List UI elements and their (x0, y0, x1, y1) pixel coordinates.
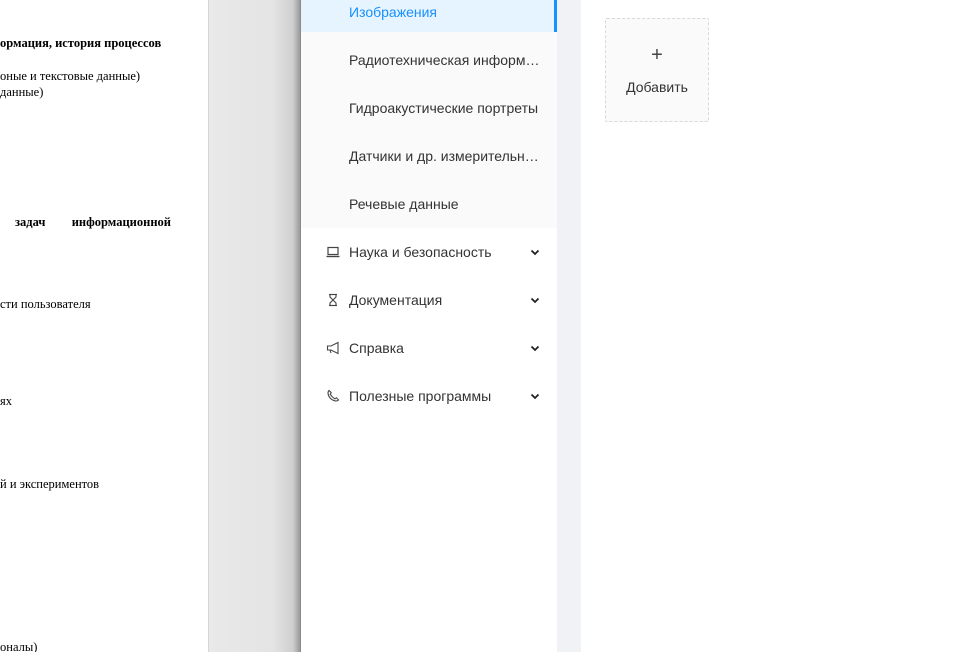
sidebar-item-label: Справка (349, 340, 404, 356)
document-line: оные и текстовые данные) (0, 69, 141, 83)
sidebar-menu: Изображения Радиотехническая информация … (300, 0, 557, 652)
document-line: ях (0, 394, 12, 408)
document-word: задач (15, 215, 46, 229)
document-line: задач информационной (0, 215, 171, 230)
document-line: оналы) (0, 640, 38, 652)
main-content: + Добавить (581, 0, 965, 652)
sidebar-item-utilities[interactable]: Полезные программы (301, 376, 557, 416)
megaphone-icon (325, 340, 341, 356)
chevron-down-icon (529, 246, 541, 258)
document-viewer: ормация, история процессов оные и тексто… (0, 0, 209, 652)
sidebar-item-documentation[interactable]: Документация (301, 280, 557, 320)
document-line: ормация, история процессов (0, 36, 162, 50)
laptop-icon (325, 244, 341, 260)
sidebar-item-science[interactable]: Наука и безопасность (301, 232, 557, 272)
document-word: информационной (71, 215, 171, 229)
submenu-item-sensors[interactable]: Датчики и др. измерительные приборы (301, 136, 557, 176)
document-line: й и экспериментов (0, 477, 100, 491)
chevron-down-icon (529, 342, 541, 354)
submenu-item-hydroacoustic[interactable]: Гидроакустические портреты (301, 88, 557, 128)
submenu-item-speech[interactable]: Речевые данные (301, 184, 557, 224)
add-button[interactable]: + Добавить (605, 18, 709, 122)
sidebar-item-label: Документация (349, 292, 443, 308)
document-line: сти пользователя (0, 297, 91, 311)
submenu-item-radio-info[interactable]: Радиотехническая информация (301, 40, 557, 80)
plus-icon: + (651, 44, 663, 66)
submenu: Изображения Радиотехническая информация … (301, 0, 557, 228)
submenu-item-images[interactable]: Изображения (301, 0, 557, 32)
layout-separator (557, 0, 581, 652)
chevron-down-icon (529, 390, 541, 402)
window-gutter (209, 0, 300, 652)
sidebar-item-help[interactable]: Справка (301, 328, 557, 368)
chevron-down-icon (529, 294, 541, 306)
document-line: данные) (0, 85, 44, 99)
sidebar-item-label: Наука и безопасность (349, 244, 492, 260)
sidebar-item-label: Полезные программы (349, 388, 492, 404)
phone-icon (325, 388, 341, 404)
add-button-label: Добавить (626, 79, 688, 95)
hourglass-icon (325, 292, 341, 308)
